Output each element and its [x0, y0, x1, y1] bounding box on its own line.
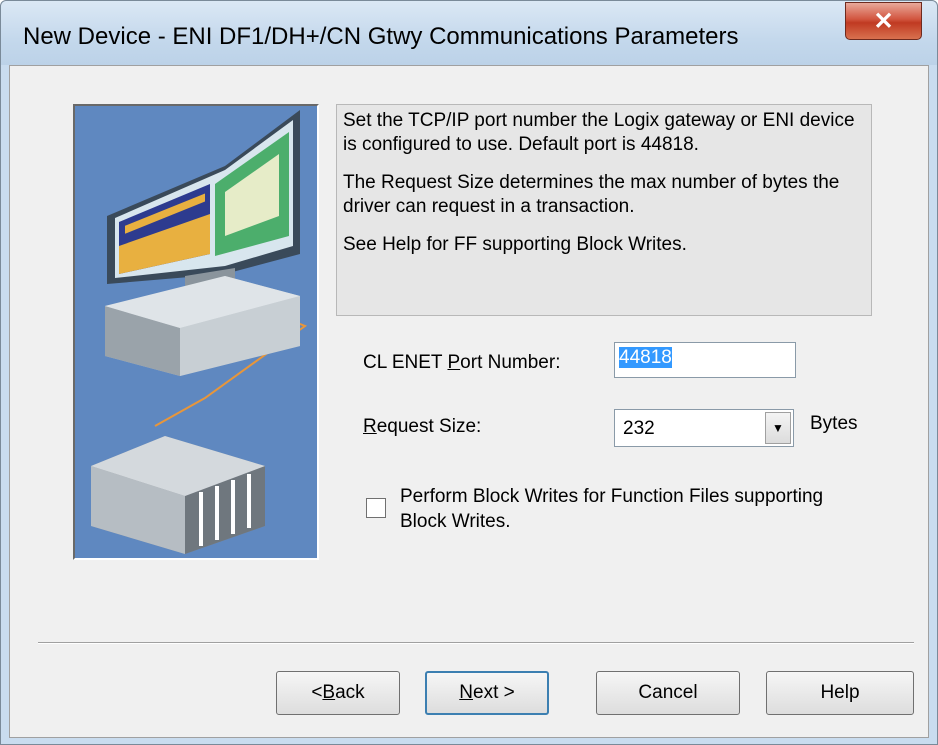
- dialog-body: Set the TCP/IP port number the Logix gat…: [9, 65, 929, 738]
- help-paragraph-3: See Help for FF supporting Block Writes.: [343, 234, 687, 255]
- block-writes-label[interactable]: Perform Block Writes for Function Files …: [400, 484, 823, 534]
- cancel-button[interactable]: Cancel: [596, 671, 740, 715]
- chevron-down-icon[interactable]: ▼: [765, 412, 791, 444]
- title-bar[interactable]: New Device - ENI DF1/DH+/CN Gtwy Communi…: [1, 1, 937, 65]
- close-icon: ✕: [873, 7, 894, 35]
- help-button[interactable]: Help: [766, 671, 914, 715]
- block-writes-checkbox[interactable]: [366, 498, 386, 518]
- port-number-input[interactable]: 44818: [614, 342, 796, 378]
- next-button[interactable]: Next >: [425, 671, 549, 715]
- window-title: New Device - ENI DF1/DH+/CN Gtwy Communi…: [23, 23, 739, 50]
- back-button[interactable]: < Back: [276, 671, 400, 715]
- help-paragraph-1: Set the TCP/IP port number the Logix gat…: [343, 110, 855, 155]
- device-illustration: [73, 104, 319, 560]
- help-text-panel: Set the TCP/IP port number the Logix gat…: [336, 104, 872, 316]
- help-paragraph-2: The Request Size determines the max numb…: [343, 172, 840, 217]
- bytes-unit-label: Bytes: [810, 413, 858, 434]
- dialog-window: New Device - ENI DF1/DH+/CN Gtwy Communi…: [0, 0, 938, 745]
- close-button[interactable]: ✕: [845, 2, 922, 40]
- request-size-value: 232: [623, 418, 655, 439]
- computer-plc-icon: [91, 110, 308, 554]
- request-size-select[interactable]: 232 ▼: [614, 409, 794, 447]
- request-size-label: Request Size:: [363, 416, 482, 437]
- port-number-label: CL ENET Port Number:: [363, 352, 561, 373]
- separator: [38, 642, 914, 644]
